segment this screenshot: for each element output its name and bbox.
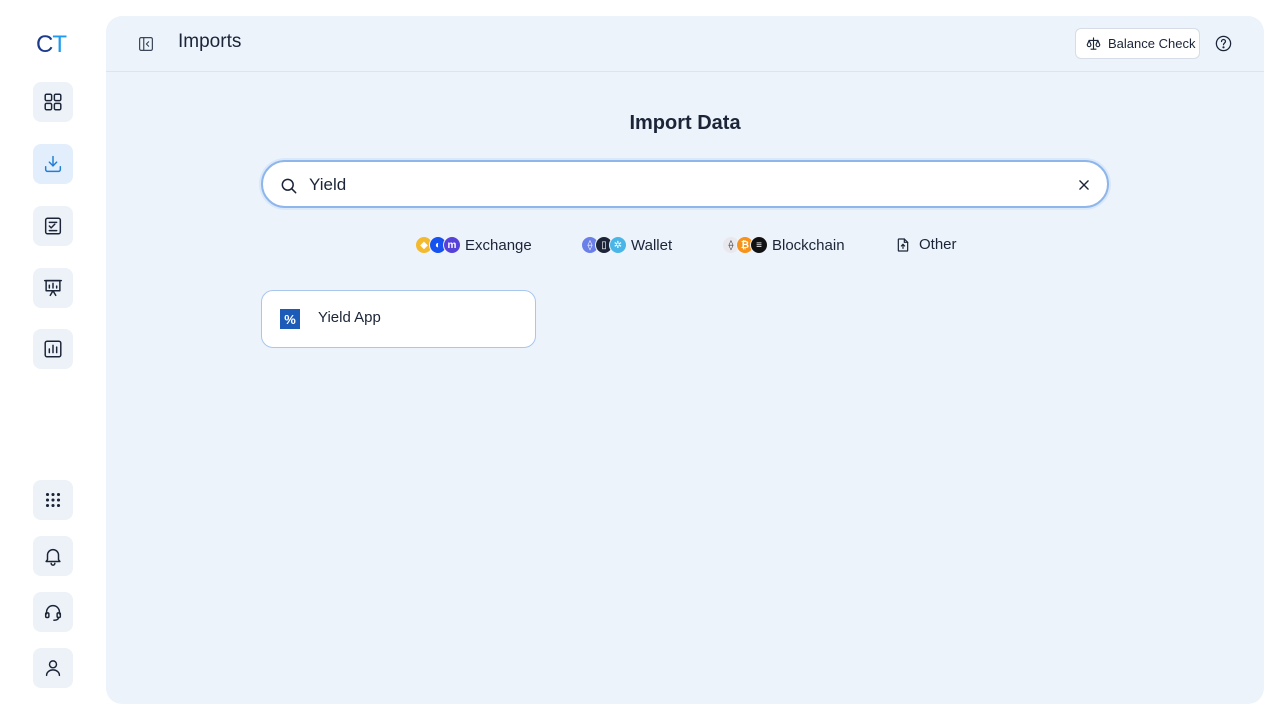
filter-exchange[interactable]: ◆ ◐ m Exchange bbox=[415, 236, 532, 254]
clear-search-icon[interactable] bbox=[1077, 178, 1091, 192]
sidebar-collapse-icon[interactable] bbox=[137, 35, 155, 53]
app-logo[interactable]: CT bbox=[36, 31, 67, 59]
result-card-yield-app[interactable]: % Yield App bbox=[261, 290, 536, 348]
left-rail: CT bbox=[0, 0, 106, 720]
percent-logo-icon: % bbox=[280, 309, 300, 329]
profile-button[interactable] bbox=[33, 648, 73, 688]
dashboard-icon bbox=[44, 93, 62, 111]
filter-blockchain-label: Blockchain bbox=[772, 236, 845, 254]
transactions-icon bbox=[44, 217, 62, 235]
support-headset-icon bbox=[44, 604, 62, 621]
scale-icon bbox=[1086, 37, 1101, 50]
apps-grid-icon bbox=[45, 492, 61, 508]
apps-grid-button[interactable] bbox=[33, 480, 73, 520]
file-upload-icon bbox=[897, 237, 909, 252]
filter-exchange-label: Exchange bbox=[465, 236, 532, 254]
nav-dashboard-button[interactable] bbox=[33, 82, 73, 122]
reports-icon bbox=[44, 340, 62, 358]
main-panel: Imports Balance Check Import Data ◆ ◐ m … bbox=[106, 16, 1264, 704]
blockchain-logos: ⟠ ₿ ≡ bbox=[722, 236, 768, 254]
search-box bbox=[261, 160, 1109, 208]
category-filters: ◆ ◐ m Exchange ⟠ ▯ ✲ Wallet ⟠ ₿ ≡ Blockc… bbox=[106, 236, 1264, 256]
result-name: Yield App bbox=[318, 309, 381, 326]
import-data-heading: Import Data bbox=[629, 112, 741, 134]
kraken-logo-icon: m bbox=[443, 236, 461, 254]
nav-imports-button[interactable] bbox=[33, 144, 73, 184]
solana-logo-icon: ≡ bbox=[750, 236, 768, 254]
presentation-icon bbox=[44, 279, 62, 297]
filter-wallet[interactable]: ⟠ ▯ ✲ Wallet bbox=[581, 236, 672, 254]
atom-logo-icon: ✲ bbox=[609, 236, 627, 254]
search-icon bbox=[281, 178, 297, 194]
wallet-logos: ⟠ ▯ ✲ bbox=[581, 236, 627, 254]
nav-transactions-button[interactable] bbox=[33, 206, 73, 246]
top-bar: Imports Balance Check bbox=[106, 16, 1264, 72]
nav-presentation-button[interactable] bbox=[33, 268, 73, 308]
search-input[interactable] bbox=[309, 170, 1049, 200]
filter-other-label: Other bbox=[919, 236, 957, 253]
user-profile-icon bbox=[45, 660, 61, 677]
balance-check-label: Balance Check bbox=[1108, 36, 1196, 51]
question-circle-icon[interactable] bbox=[1214, 34, 1233, 53]
balance-check-button[interactable]: Balance Check bbox=[1075, 28, 1200, 59]
filter-other[interactable]: Other bbox=[895, 236, 957, 253]
notification-bell-icon bbox=[45, 548, 61, 566]
support-button[interactable] bbox=[33, 592, 73, 632]
page-title: Imports bbox=[178, 31, 242, 52]
import-icon bbox=[44, 155, 62, 173]
exchange-logos: ◆ ◐ m bbox=[415, 236, 461, 254]
filter-wallet-label: Wallet bbox=[631, 236, 673, 254]
filter-blockchain[interactable]: ⟠ ₿ ≡ Blockchain bbox=[722, 236, 845, 254]
notifications-button[interactable] bbox=[33, 536, 73, 576]
nav-reports-button[interactable] bbox=[33, 329, 73, 369]
